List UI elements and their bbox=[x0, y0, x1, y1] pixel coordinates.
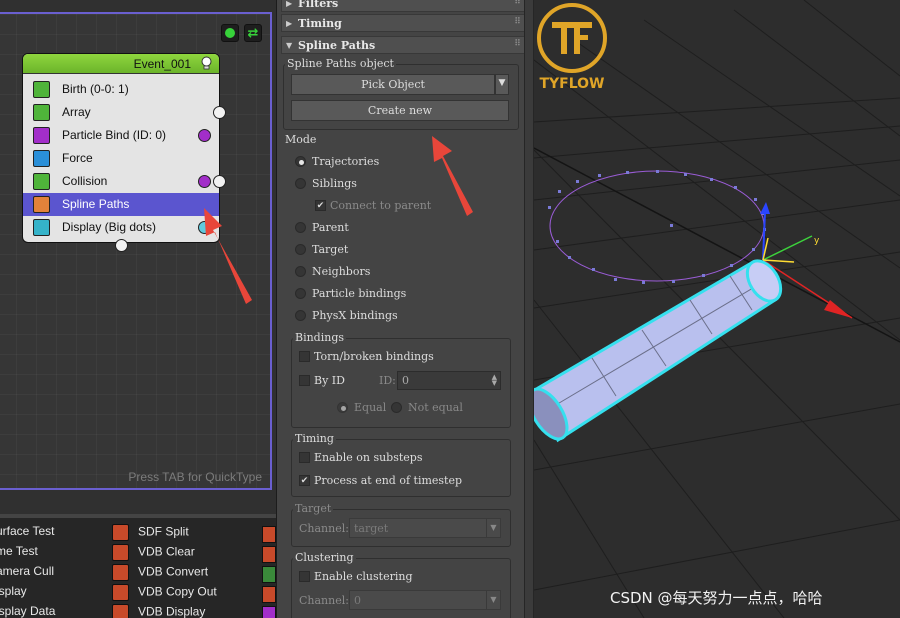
spinner-arrows-icon: ▲ ▼ bbox=[491, 373, 497, 387]
node-editor: ⇄ Press TAB for QuickType Event_001 Birt… bbox=[0, 0, 276, 618]
process-end-timestep-checkbox[interactable]: ✔ Process at end of timestep bbox=[299, 474, 462, 487]
target-label: Target bbox=[293, 502, 334, 515]
not-equal-radio[interactable]: Not equal bbox=[391, 401, 463, 414]
timing-label: Timing bbox=[293, 432, 336, 445]
depot-icon bbox=[262, 586, 276, 603]
vdb-convert-icon bbox=[112, 564, 129, 581]
enable-substeps-checkbox[interactable]: Enable on substeps bbox=[299, 451, 422, 464]
csdn-watermark: CSDN @每天努力一点点，哈哈 bbox=[610, 589, 823, 607]
svg-text:TYFLOW: TYFLOW bbox=[539, 76, 604, 92]
mode-target-radio[interactable]: Target bbox=[295, 243, 348, 256]
clustering-channel-dropdown[interactable]: 0 ▼ bbox=[349, 590, 501, 610]
depot-icon bbox=[262, 606, 276, 618]
rollout-panel: ▶ Filters ⠿ ▶ Timing ⠿ ▼ Spline Paths ⠿ Spline… bbox=[276, 0, 526, 618]
id-spinner[interactable]: 0 ▲ ▼ bbox=[397, 371, 501, 390]
target-channel-dropdown[interactable]: target ▼ bbox=[349, 518, 501, 538]
svg-text:y: y bbox=[814, 236, 820, 246]
sdf-split-icon bbox=[112, 524, 129, 541]
bindings-label: Bindings bbox=[293, 331, 347, 344]
mode-neighbors-radio[interactable]: Neighbors bbox=[295, 265, 370, 278]
depot-item-vdb-clear[interactable]: VDB Clear bbox=[112, 544, 195, 564]
annotation-arrow-panel bbox=[432, 136, 473, 216]
mode-physx-bindings-radio[interactable]: PhysX bindings bbox=[295, 309, 398, 322]
target-channel-label: Channel: bbox=[299, 522, 349, 535]
by-id-checkbox[interactable]: By ID bbox=[299, 374, 345, 387]
depot-item[interactable]: isplay bbox=[0, 584, 27, 604]
vdb-clear-icon bbox=[112, 544, 129, 561]
torn-bindings-checkbox[interactable]: Torn/broken bindings bbox=[299, 350, 434, 363]
depot-item-vdb-copy-out[interactable]: VDB Copy Out bbox=[112, 584, 217, 604]
panel-splitter[interactable] bbox=[524, 0, 534, 618]
equal-radio[interactable]: Equal bbox=[337, 401, 386, 414]
cylinder-object[interactable] bbox=[534, 255, 788, 445]
id-label: ID: bbox=[379, 374, 396, 387]
depot-item[interactable]: me Test bbox=[0, 544, 38, 564]
quicktype-hint: Press TAB for QuickType bbox=[128, 470, 262, 484]
depot-item-vdb-display[interactable]: VDB Display bbox=[112, 604, 205, 618]
depot-icon bbox=[262, 566, 276, 583]
depot-item-vdb-convert[interactable]: VDB Convert bbox=[112, 564, 208, 584]
chevron-down-icon: ▼ bbox=[486, 519, 500, 537]
depot-item[interactable]: amera Cull bbox=[0, 564, 54, 584]
timing-group bbox=[291, 439, 511, 497]
spline-path bbox=[548, 170, 766, 284]
depot-item-sdf-split[interactable]: SDF Split bbox=[112, 524, 189, 544]
operator-depot: urface Test me Test amera Cull isplay is… bbox=[0, 514, 276, 618]
annotation-arrow-left bbox=[204, 208, 252, 304]
depot-icon bbox=[262, 546, 276, 563]
mode-particle-bindings-radio[interactable]: Particle bindings bbox=[295, 287, 406, 300]
vdb-copy-out-icon bbox=[112, 584, 129, 601]
clustering-channel-label: Channel: bbox=[299, 594, 349, 607]
enable-clustering-checkbox[interactable]: Enable clustering bbox=[299, 570, 412, 583]
depot-item[interactable]: urface Test bbox=[0, 524, 54, 544]
tyflow-logo: TYFLOW bbox=[537, 3, 607, 92]
chevron-down-icon: ▼ bbox=[486, 591, 500, 609]
clustering-label: Clustering bbox=[293, 551, 356, 564]
vdb-display-icon bbox=[112, 604, 129, 618]
depot-item[interactable]: isplay Data bbox=[0, 604, 55, 618]
viewport-3d[interactable]: y TYFLOW CSDN @每天努力一点点，哈哈 bbox=[534, 0, 900, 618]
depot-icon bbox=[262, 526, 276, 543]
